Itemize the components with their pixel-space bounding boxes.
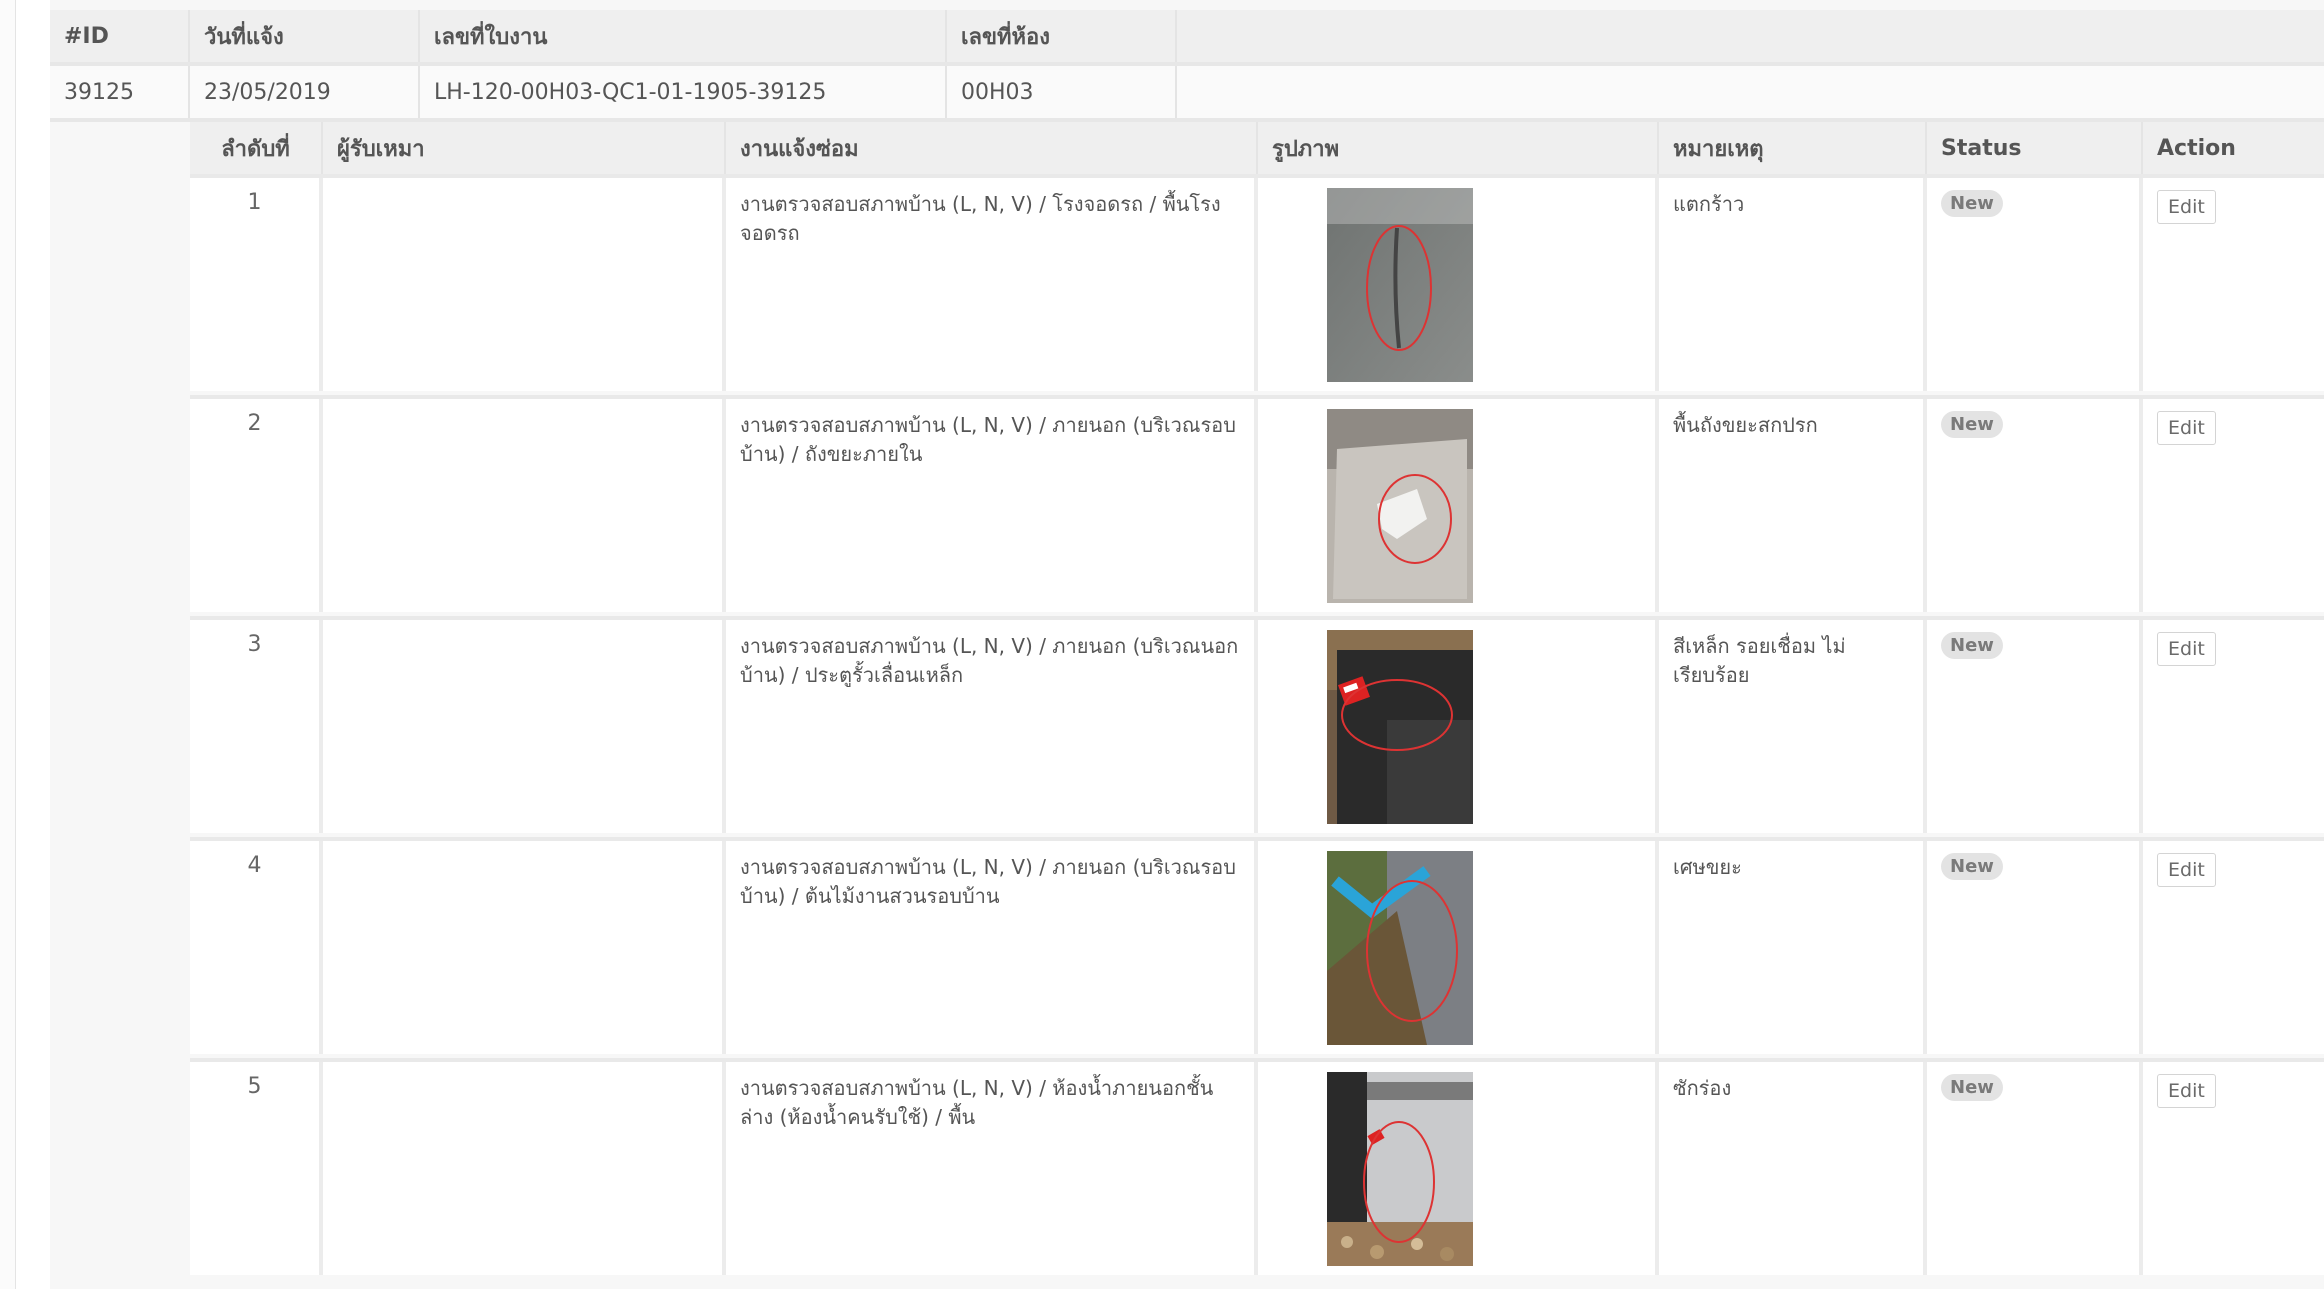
row-note: สีเหล็ก รอยเชื่อม ไม่เรียบร้อย [1673, 634, 1846, 687]
row-photo-cell [1258, 841, 1659, 1054]
row-status-cell: New [1927, 841, 2143, 1054]
row-note: พื้นถังขยะสกปรก [1673, 413, 1818, 437]
cell-id: 39125 [50, 66, 190, 118]
col-photo: รูปภาพ [1258, 122, 1659, 174]
table-row: 3 งานตรวจสอบสภาพบ้าน (L, N, V) / ภายนอก … [190, 616, 2324, 833]
header-table-row: 39125 23/05/2019 LH-120-00H03-QC1-01-190… [50, 66, 2324, 118]
dirty-bin-floor-photo[interactable] [1327, 409, 1473, 603]
edit-button[interactable]: Edit [2157, 632, 2216, 666]
row-order: 4 [190, 841, 323, 1054]
table-row: 2 งานตรวจสอบสภาพบ้าน (L, N, V) / ภายนอก … [190, 395, 2324, 612]
table-row: 1 งานตรวจสอบสภาพบ้าน (L, N, V) / โรงจอดร… [190, 174, 2324, 391]
row-photo-cell [1258, 620, 1659, 833]
detail-table: ลำดับที่ ผู้รับเหมา งานแจ้งซ่อม รูปภาพ ห… [190, 122, 2324, 1289]
row-note-cell: เศษขยะ [1659, 841, 1927, 1054]
row-repair-cell: งานตรวจสอบสภาพบ้าน (L, N, V) / ภายนอก (บ… [726, 399, 1258, 612]
edit-button[interactable]: Edit [2157, 1074, 2216, 1108]
row-contractor [323, 1062, 726, 1275]
row-order: 2 [190, 399, 323, 612]
row-repair-item: งานตรวจสอบสภาพบ้าน (L, N, V) / ภายนอก (บ… [740, 634, 1239, 687]
row-status-cell: New [1927, 1062, 2143, 1275]
row-repair-item: งานตรวจสอบสภาพบ้าน (L, N, V) / ห้องน้ำภา… [740, 1076, 1214, 1129]
col-status: Status [1927, 122, 2143, 174]
status-badge: New [1941, 1074, 2003, 1101]
status-badge: New [1941, 190, 2003, 217]
row-action-cell: Edit [2143, 399, 2324, 612]
col-spacer [1177, 10, 2324, 62]
steel-gate-weld-photo[interactable] [1327, 630, 1473, 824]
row-action-cell: Edit [2143, 841, 2324, 1054]
cell-room-no: 00H03 [947, 66, 1177, 118]
row-contractor [323, 841, 726, 1054]
status-badge: New [1941, 632, 2003, 659]
row-repair-cell: งานตรวจสอบสภาพบ้าน (L, N, V) / ภายนอก (บ… [726, 841, 1258, 1054]
row-photo-cell [1258, 1062, 1659, 1275]
row-status-cell: New [1927, 399, 2143, 612]
col-job-no: เลขที่ใบงาน [420, 10, 947, 62]
header-table-head: #ID วันที่แจ้ง เลขที่ใบงาน เลขที่ห้อง [50, 10, 2324, 62]
row-order: 3 [190, 620, 323, 833]
row-repair-cell: งานตรวจสอบสภาพบ้าน (L, N, V) / โรงจอดรถ … [726, 178, 1258, 391]
left-sidebar-edge [0, 0, 16, 1289]
row-repair-cell: งานตรวจสอบสภาพบ้าน (L, N, V) / ห้องน้ำภา… [726, 1062, 1258, 1275]
edit-button[interactable]: Edit [2157, 190, 2216, 224]
status-badge: New [1941, 853, 2003, 880]
bathroom-floor-grout-photo[interactable] [1327, 1072, 1473, 1266]
table-row: 5 งานตรวจสอบสภาพบ้าน (L, N, V) / ห้องน้ำ… [190, 1058, 2324, 1275]
col-note: หมายเหตุ [1659, 122, 1927, 174]
row-repair-item: งานตรวจสอบสภาพบ้าน (L, N, V) / โรงจอดรถ … [740, 192, 1221, 245]
row-note: แตกร้าว [1673, 192, 1745, 216]
col-date: วันที่แจ้ง [190, 10, 420, 62]
row-status-cell: New [1927, 178, 2143, 391]
edit-button[interactable]: Edit [2157, 411, 2216, 445]
row-repair-item: งานตรวจสอบสภาพบ้าน (L, N, V) / ภายนอก (บ… [740, 413, 1236, 466]
col-repair-item: งานแจ้งซ่อม [726, 122, 1258, 174]
job-detail-panel: #ID วันที่แจ้ง เลขที่ใบงาน เลขที่ห้อง 39… [50, 0, 2324, 1289]
concrete-floor-crack-photo[interactable] [1327, 188, 1473, 382]
row-photo-cell [1258, 399, 1659, 612]
table-row: 4 งานตรวจสอบสภาพบ้าน (L, N, V) / ภายนอก … [190, 837, 2324, 1054]
row-contractor [323, 399, 726, 612]
cell-date: 23/05/2019 [190, 66, 420, 118]
row-note-cell: พื้นถังขยะสกปรก [1659, 399, 1927, 612]
cell-spacer [1177, 66, 2324, 118]
detail-table-head: ลำดับที่ ผู้รับเหมา งานแจ้งซ่อม รูปภาพ ห… [190, 122, 2324, 174]
row-photo-cell [1258, 178, 1659, 391]
row-order: 5 [190, 1062, 323, 1275]
col-action: Action [2157, 135, 2236, 161]
col-contractor: ผู้รับเหมา [323, 122, 726, 174]
row-note-cell: ซักร่อง [1659, 1062, 1927, 1275]
col-order: ลำดับที่ [190, 122, 323, 174]
row-status-cell: New [1927, 620, 2143, 833]
row-contractor [323, 178, 726, 391]
col-id: #ID [50, 10, 190, 62]
row-action-cell: Edit [2143, 620, 2324, 833]
row-note-cell: แตกร้าว [1659, 178, 1927, 391]
row-repair-item: งานตรวจสอบสภาพบ้าน (L, N, V) / ภายนอก (บ… [740, 855, 1236, 908]
col-room-no: เลขที่ห้อง [947, 10, 1177, 62]
row-action-cell: Edit [2143, 1062, 2324, 1275]
row-contractor [323, 620, 726, 833]
row-order: 1 [190, 178, 323, 391]
row-note-cell: สีเหล็ก รอยเชื่อม ไม่เรียบร้อย [1659, 620, 1927, 833]
garden-debris-photo[interactable] [1327, 851, 1473, 1045]
row-repair-cell: งานตรวจสอบสภาพบ้าน (L, N, V) / ภายนอก (บ… [726, 620, 1258, 833]
cell-job-no: LH-120-00H03-QC1-01-1905-39125 [420, 66, 947, 118]
row-note: เศษขยะ [1673, 855, 1742, 879]
edit-button[interactable]: Edit [2157, 853, 2216, 887]
row-note: ซักร่อง [1673, 1076, 1732, 1100]
row-action-cell: Edit [2143, 178, 2324, 391]
status-badge: New [1941, 411, 2003, 438]
